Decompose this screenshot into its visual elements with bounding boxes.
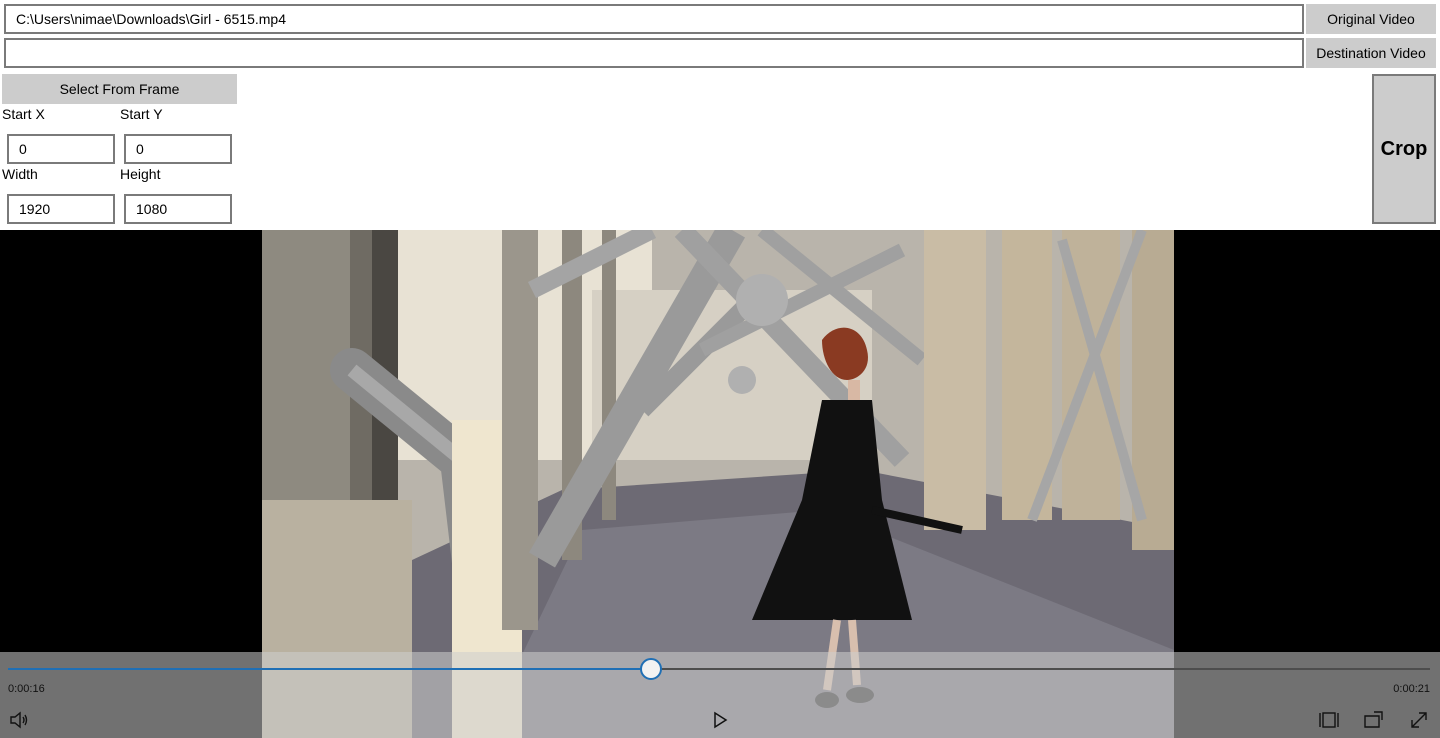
transport-controls: 0:00:16 0:00:21	[0, 652, 1440, 738]
start-y-label: Start Y	[120, 106, 163, 122]
width-input[interactable]	[7, 194, 115, 224]
height-input[interactable]	[124, 194, 232, 224]
seek-bar[interactable]	[8, 668, 1430, 670]
crop-button[interactable]: Crop	[1372, 74, 1436, 224]
destination-video-button[interactable]: Destination Video	[1306, 38, 1436, 68]
height-label: Height	[120, 166, 161, 182]
video-player[interactable]: 0:00:16 0:00:21	[0, 230, 1440, 738]
aspect-ratio-icon[interactable]	[1318, 709, 1340, 731]
start-y-input[interactable]	[124, 134, 232, 164]
original-video-button[interactable]: Original Video	[1306, 4, 1436, 34]
seek-thumb[interactable]	[639, 658, 662, 680]
destination-path-input[interactable]	[4, 38, 1304, 68]
volume-icon[interactable]	[8, 709, 30, 731]
start-x-input[interactable]	[7, 134, 115, 164]
seek-bar-progress	[8, 668, 651, 670]
remaining-time: 0:00:21	[1393, 683, 1430, 695]
width-label: Width	[2, 166, 38, 182]
select-from-frame-button[interactable]: Select From Frame	[2, 74, 237, 104]
cast-icon[interactable]	[1362, 709, 1384, 731]
elapsed-time: 0:00:16	[8, 683, 45, 695]
fullscreen-icon[interactable]	[1408, 709, 1430, 731]
source-path-input[interactable]	[4, 4, 1304, 34]
play-icon[interactable]	[709, 709, 731, 731]
start-x-label: Start X	[2, 106, 45, 122]
